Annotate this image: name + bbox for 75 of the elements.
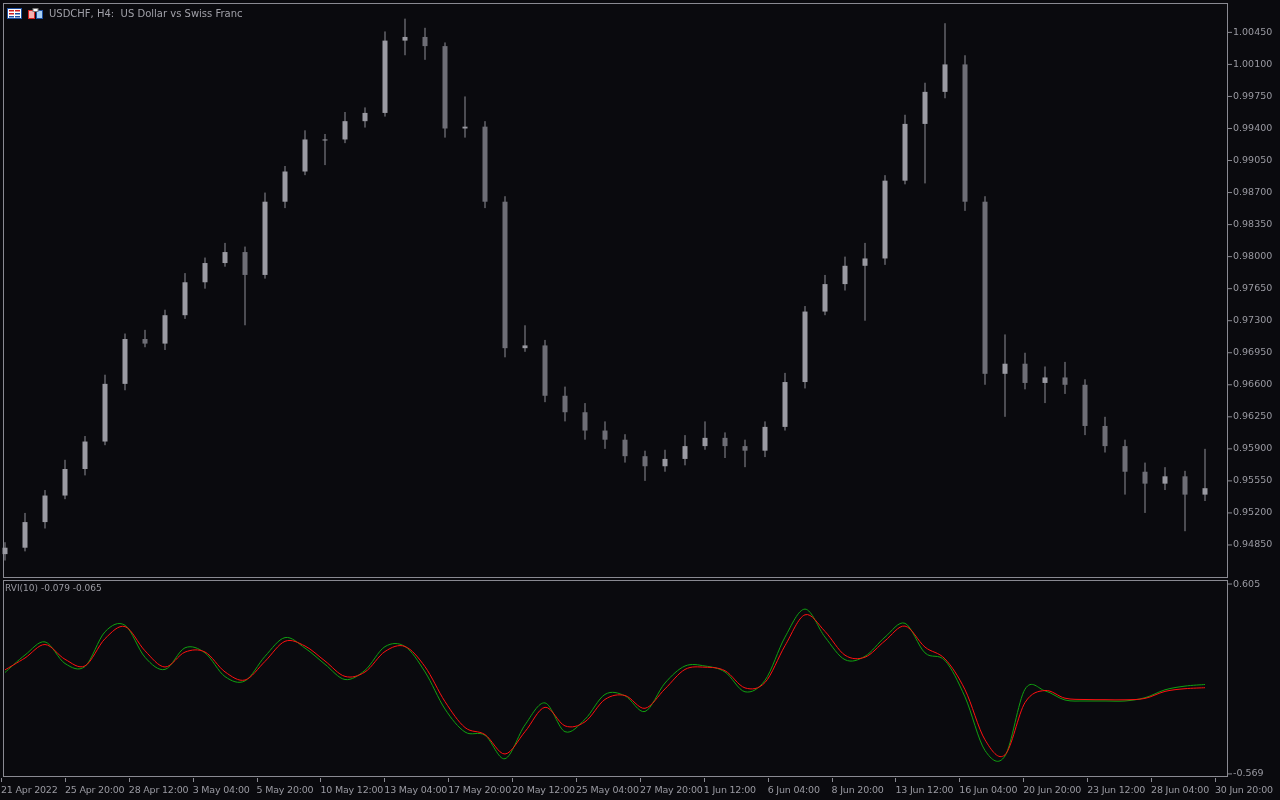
- candlestick: [422, 27, 428, 61]
- time-label: 25 May 04:00: [576, 784, 640, 795]
- axis-value-label: 0.96250: [1233, 410, 1273, 422]
- candlestick: [762, 420, 768, 458]
- candlestick: [142, 329, 148, 348]
- candlestick: [662, 449, 668, 473]
- candlestick: [582, 402, 588, 441]
- candlestick: [862, 242, 868, 322]
- axis-value-label: 0.95900: [1233, 442, 1273, 454]
- time-label: 30 Jun 20:00: [1214, 784, 1273, 795]
- candlestick: [722, 431, 728, 459]
- candlestick: [702, 420, 708, 451]
- time-label: 25 Apr 20:00: [64, 784, 126, 795]
- candlestick: [522, 324, 528, 353]
- bar-icon[interactable]: [28, 8, 43, 19]
- axis-value-label: 0.98000: [1233, 250, 1273, 262]
- candlestick: [1102, 416, 1108, 454]
- candlestick: [242, 246, 248, 326]
- time-label: 13 Jun 12:00: [895, 784, 955, 795]
- indicator-label: RVI(10) -0.079 -0.065: [5, 583, 102, 593]
- candlestick: [1162, 466, 1168, 491]
- candlestick: [742, 439, 748, 468]
- candlestick: [1022, 352, 1028, 390]
- candlestick: [682, 434, 688, 466]
- time-label: 20 Jun 20:00: [1023, 784, 1083, 795]
- axis-value-label: 0.97300: [1233, 314, 1273, 326]
- time-label: 10 May 12:00: [320, 784, 385, 795]
- axis-value-label: 1.00450: [1233, 25, 1273, 37]
- candlestick: [602, 420, 608, 450]
- time-label: 28 Jun 04:00: [1151, 784, 1210, 795]
- candlestick: [1182, 470, 1188, 532]
- candlestick: [202, 257, 208, 290]
- candlestick: [562, 386, 568, 422]
- time-label: 17 May 20:00: [448, 784, 512, 795]
- axis-value-label: 0.96950: [1233, 346, 1273, 358]
- time-label: 13 May 04:00: [384, 784, 449, 795]
- time-label: 3 May 04:00: [192, 784, 251, 795]
- time-label: 23 Jun 12:00: [1087, 784, 1147, 795]
- axis-value-label: 1.00100: [1233, 57, 1273, 69]
- time-label: 16 Jun 04:00: [959, 784, 1019, 795]
- candlestick: [342, 111, 348, 144]
- time-label: 27 May 20:00: [639, 784, 704, 795]
- time-label: 20 May 12:00: [512, 784, 576, 795]
- time-label: 28 Apr 12:00: [128, 784, 190, 795]
- candlestick: [1062, 361, 1068, 395]
- candlestick: [322, 133, 328, 166]
- chart-title: USDCHF, H4: US Dollar vs Swiss Franc: [49, 8, 243, 19]
- axis-value-label: 0.97650: [1233, 282, 1273, 294]
- candlestick: [1142, 462, 1148, 514]
- candlestick: [642, 450, 648, 482]
- axis-value-label: 0.94850: [1233, 538, 1273, 550]
- axis-value-label: 0.98700: [1233, 186, 1273, 198]
- candlestick: [402, 18, 408, 56]
- time-label: 1 Jun 12:00: [703, 784, 757, 795]
- axis-value-label: -0.569: [1233, 767, 1264, 779]
- axis-value-label: 0.95550: [1233, 474, 1273, 486]
- time-label: 8 Jun 20:00: [831, 784, 885, 795]
- axis-value-label: 0.99750: [1233, 89, 1273, 101]
- time-label: 5 May 20:00: [256, 784, 315, 795]
- candlestick: [1042, 365, 1048, 404]
- candlestick: [622, 433, 628, 464]
- candlestick: [842, 256, 848, 291]
- candlestick: [1002, 333, 1008, 418]
- axis-value-label: 0.99050: [1233, 154, 1273, 165]
- candlestick: [362, 106, 368, 129]
- time-label: 21 Apr 2022: [1, 784, 59, 795]
- time-label: 6 Jun 04:00: [767, 784, 821, 795]
- candlestick: [1202, 448, 1208, 502]
- candlestick: [222, 242, 228, 268]
- axis-value-label: 0.98350: [1233, 218, 1273, 230]
- axis-value-label: 0.605: [1233, 577, 1261, 589]
- axis-value-label: 0.96600: [1233, 378, 1273, 390]
- axis-value-label: 0.95200: [1233, 506, 1273, 518]
- table-icon[interactable]: [7, 8, 22, 19]
- axis-value-label: 0.99400: [1233, 122, 1273, 133]
